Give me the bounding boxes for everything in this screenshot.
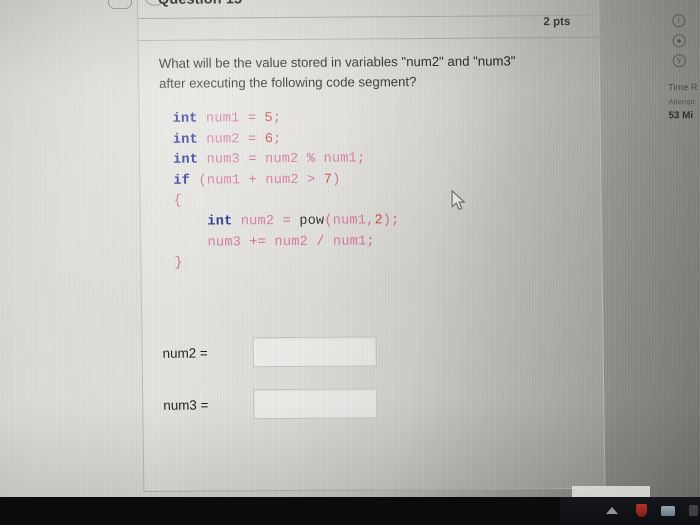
code-token: , bbox=[366, 213, 375, 229]
screen-content: Question 15 2 pts What will be the value… bbox=[0, 0, 700, 500]
caret-up-icon[interactable] bbox=[604, 503, 620, 519]
code-token: num2 bbox=[266, 234, 317, 250]
code-token: num1 bbox=[324, 233, 367, 250]
code-token: int bbox=[173, 152, 199, 168]
code-token: pow bbox=[299, 213, 325, 229]
question-points-badge: 2 pts bbox=[543, 15, 571, 29]
code-token: 2 bbox=[374, 213, 383, 229]
answer-label-num2: num2 = bbox=[162, 345, 208, 361]
code-token: += bbox=[249, 234, 267, 250]
time-remaining-value: 53 Mi bbox=[668, 110, 694, 122]
code-token: num2 bbox=[256, 152, 307, 168]
question-prompt-line-1: What will be the value stored in variabl… bbox=[158, 53, 516, 71]
code-token: 7 bbox=[323, 172, 333, 188]
monitor-screen: Question 15 2 pts What will be the value… bbox=[0, 0, 700, 500]
window-icon[interactable] bbox=[660, 503, 676, 519]
code-token: if bbox=[173, 173, 191, 189]
code-token: num2 bbox=[197, 131, 249, 148]
photo-of-screen: Question 15 2 pts What will be the value… bbox=[0, 0, 700, 525]
question-header-divider bbox=[138, 36, 599, 42]
code-token: num1 bbox=[206, 173, 249, 189]
code-token: num2 bbox=[232, 213, 283, 230]
shield-icon[interactable] bbox=[634, 503, 650, 519]
code-token: int bbox=[172, 132, 199, 148]
answer-label-num3: num3 = bbox=[163, 397, 209, 413]
browser-tab-partial-left[interactable] bbox=[107, 0, 133, 10]
code-token: } bbox=[174, 255, 183, 271]
question-prompt-line-2: after executing the following code segme… bbox=[158, 73, 417, 91]
time-running-label: Time R bbox=[668, 82, 698, 93]
answer-input-num3[interactable] bbox=[253, 388, 378, 420]
code-token: = bbox=[247, 131, 257, 147]
code-token: ( bbox=[324, 213, 333, 229]
code-token: num2 bbox=[256, 172, 308, 188]
answer-input-num2[interactable] bbox=[252, 336, 377, 368]
code-token: num1 bbox=[332, 213, 367, 229]
question-header: Question 15 bbox=[137, 0, 599, 20]
code-token: % bbox=[306, 151, 316, 168]
code-token: { bbox=[173, 194, 183, 210]
code-token: ; bbox=[273, 131, 282, 147]
code-token: ; bbox=[366, 233, 375, 249]
monitor-bezel bbox=[0, 497, 560, 525]
code-segment: int num1 = 5; int num2 = 6; int num3 = n… bbox=[172, 108, 400, 274]
app-icon[interactable] bbox=[686, 503, 700, 519]
code-token: int bbox=[172, 111, 198, 127]
code-token: ; bbox=[272, 111, 282, 127]
code-token: = bbox=[282, 213, 292, 229]
code-token: + bbox=[248, 172, 258, 189]
code-token: = bbox=[247, 111, 257, 127]
code-token: > bbox=[307, 172, 316, 188]
user-circle-icon[interactable]: ● bbox=[672, 34, 686, 48]
question-card: Question 15 2 pts What will be the value… bbox=[136, 0, 606, 492]
question-title: Question 15 bbox=[158, 0, 242, 8]
clock-circle-icon[interactable]: Y bbox=[672, 54, 686, 68]
quiz-sidebar: ! ● Y Time R Attempt 53 Mi bbox=[662, 0, 700, 496]
code-token: num1 bbox=[315, 151, 358, 167]
code-token: int bbox=[207, 214, 233, 230]
code-token: num3 bbox=[198, 152, 249, 168]
help-circle-icon[interactable]: ! bbox=[672, 14, 686, 28]
code-token: ; bbox=[356, 151, 366, 167]
code-token: num3 bbox=[174, 234, 250, 251]
code-token: = bbox=[248, 152, 257, 168]
code-token: num1 bbox=[197, 111, 248, 127]
code-token: ; bbox=[391, 213, 400, 229]
attempt-label: Attempt bbox=[668, 97, 695, 107]
code-token: ) bbox=[332, 172, 341, 188]
question-prompt: What will be the value stored in variabl… bbox=[159, 51, 580, 93]
